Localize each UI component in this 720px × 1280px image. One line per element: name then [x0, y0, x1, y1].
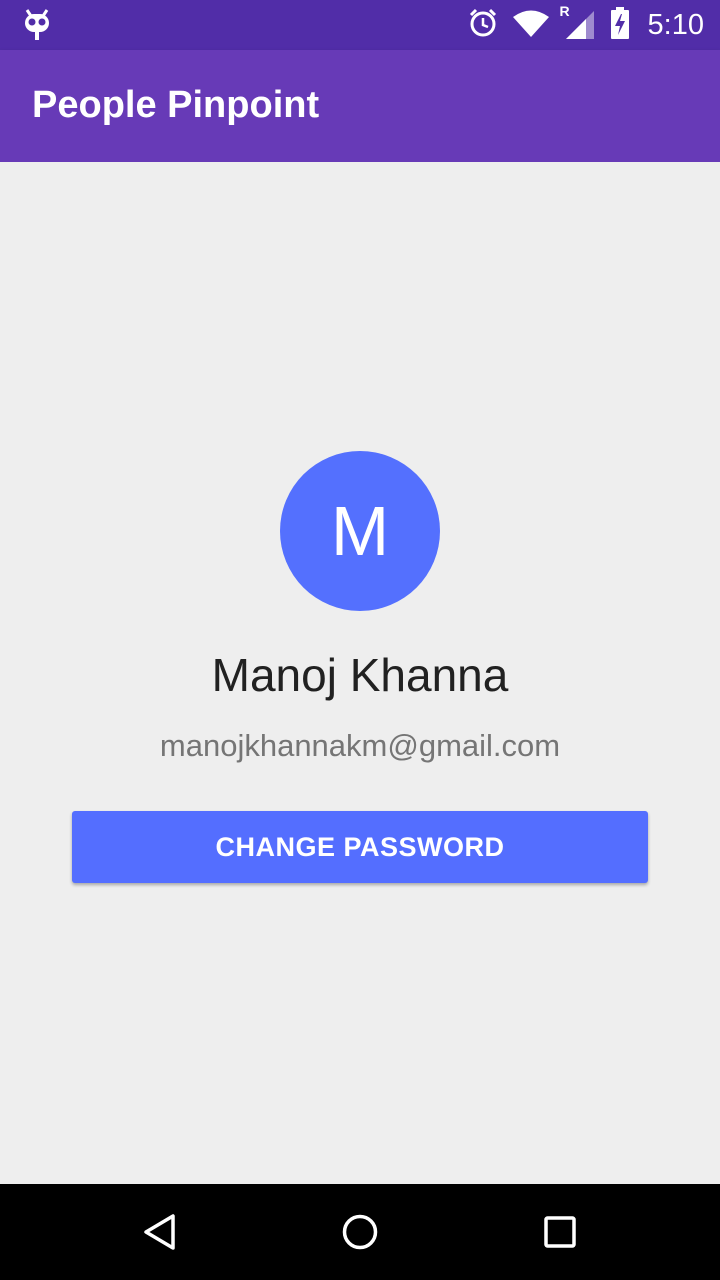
- navigation-bar: [0, 1184, 720, 1280]
- avatar-initial: M: [330, 492, 390, 570]
- status-bar: R 5:10: [0, 0, 720, 50]
- home-icon[interactable]: [336, 1208, 384, 1256]
- back-icon[interactable]: [136, 1208, 184, 1256]
- status-icons: R 5:10: [468, 0, 704, 50]
- avatar: M: [280, 451, 440, 611]
- roaming-label: R: [559, 3, 570, 19]
- profile-content: M Manoj Khanna manojkhannakm@gmail.com C…: [0, 162, 720, 1184]
- cyanogenmod-bugdroid-icon: [22, 8, 52, 42]
- signal-roaming-icon: R: [560, 3, 596, 41]
- change-password-button[interactable]: CHANGE PASSWORD: [72, 811, 648, 883]
- recents-icon[interactable]: [536, 1208, 584, 1256]
- app-bar: People Pinpoint: [0, 50, 720, 162]
- status-time: 5:10: [647, 8, 704, 41]
- page-title: People Pinpoint: [32, 84, 320, 126]
- battery-charging-icon: [610, 6, 630, 44]
- user-email: manojkhannakm@gmail.com: [159, 728, 561, 763]
- alarm-icon: [468, 8, 498, 43]
- wifi-icon: [512, 8, 550, 43]
- user-name: Manoj Khanna: [211, 649, 509, 701]
